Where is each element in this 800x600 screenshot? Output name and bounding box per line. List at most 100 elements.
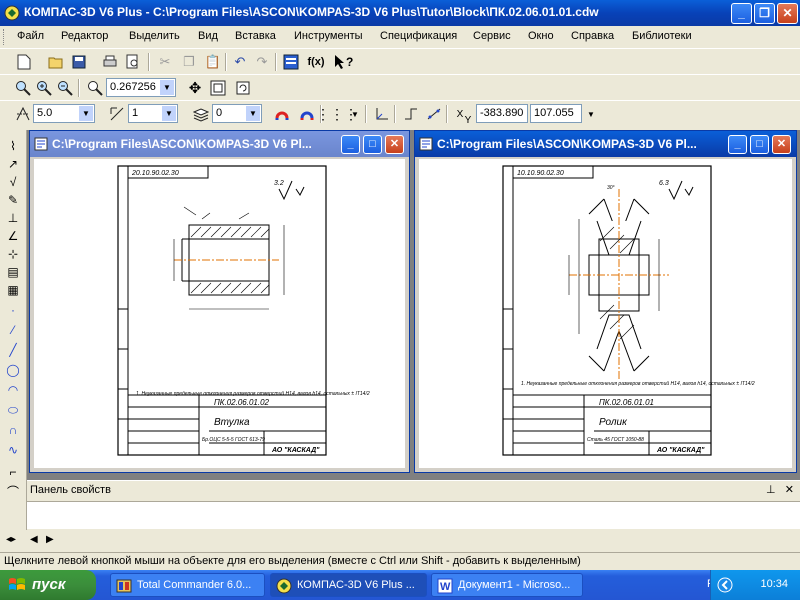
menu-window[interactable]: Окно — [528, 30, 554, 42]
menu-editor[interactable]: Редактор — [61, 30, 108, 42]
spline-icon[interactable]: ∿ — [4, 442, 22, 458]
chevron-down-icon[interactable]: ▼ — [346, 105, 364, 123]
undo-icon[interactable]: ↶ — [231, 53, 249, 71]
task-kompas[interactable]: КОМПАС-3D V6 Plus ... — [270, 573, 427, 597]
select-icon[interactable]: ⊹ — [4, 246, 22, 262]
document-title-bar[interactable]: C:\Program Files\ASCON\KOMPAS-3D V6 Pl..… — [30, 131, 409, 157]
symbols-icon[interactable]: √ — [4, 174, 22, 190]
pin-icon[interactable]: ⊥ — [766, 484, 776, 496]
pan-icon[interactable]: ✥ — [186, 79, 204, 97]
circle-icon[interactable]: ◯ — [4, 362, 22, 378]
paste-icon[interactable]: 📋 — [204, 53, 222, 71]
close-icon[interactable]: ✕ — [785, 484, 794, 496]
maximize-button[interactable]: □ — [750, 135, 769, 154]
line-icon[interactable] — [108, 105, 126, 123]
round-icon[interactable] — [425, 105, 443, 123]
prev-arrow-icon[interactable]: ◀ — [30, 534, 38, 545]
line-combo[interactable]: 1 ▼ — [128, 104, 178, 123]
task-total-commander[interactable]: Total Commander 6.0... — [110, 573, 265, 597]
chamfer-icon[interactable]: ⌐ — [4, 464, 22, 480]
refresh-icon[interactable] — [234, 79, 252, 97]
text-style-icon[interactable] — [14, 105, 32, 123]
tray-arrow-icon[interactable] — [717, 577, 733, 593]
style-combo[interactable]: 5.0 ▼ — [33, 104, 95, 123]
layer-combo[interactable]: 0 ▼ — [212, 104, 262, 123]
aux-line-icon[interactable]: ⁄ — [4, 322, 22, 338]
fillet-icon[interactable]: ⌒ — [4, 484, 22, 500]
drawing-canvas[interactable]: 10.10.90.02.30 6.3 30° 1. Неуказанные пр… — [419, 159, 792, 468]
close-button[interactable]: ✕ — [385, 135, 404, 154]
arc-icon[interactable]: ◠ — [4, 382, 22, 398]
local-cs-icon[interactable] — [373, 105, 391, 123]
menu-help[interactable]: Справка — [571, 30, 614, 42]
menu-view[interactable]: Вид — [198, 30, 218, 42]
copy-icon[interactable]: ❐ — [180, 53, 198, 71]
spec-icon[interactable]: ▤ — [4, 264, 22, 280]
ellipse-icon[interactable]: ⬭ — [4, 402, 22, 418]
menu-specification[interactable]: Спецификация — [380, 30, 457, 42]
zoom-combo[interactable]: 0.267256 ▼ — [106, 78, 176, 97]
zoom-out-icon[interactable] — [56, 79, 74, 97]
menu-file[interactable]: Файл — [17, 30, 44, 42]
cursor-y-field[interactable]: 107.055 — [530, 104, 582, 123]
task-word[interactable]: W Документ1 - Microso... — [431, 573, 583, 597]
snap-icon[interactable] — [273, 105, 291, 123]
start-button[interactable]: пуск — [0, 570, 96, 600]
menu-select[interactable]: Выделить — [129, 30, 180, 42]
menu-tools[interactable]: Инструменты — [294, 30, 363, 42]
properties-content[interactable] — [27, 501, 800, 529]
toolbar-grip[interactable] — [3, 29, 6, 45]
open-folder-icon[interactable] — [47, 53, 65, 71]
chevron-down-icon[interactable]: ▼ — [582, 105, 600, 123]
chevron-down-icon[interactable]: ▼ — [246, 106, 260, 121]
maximize-button[interactable]: ❐ — [754, 3, 775, 24]
minimize-button[interactable]: _ — [341, 135, 360, 154]
edit-icon[interactable]: ✎ — [4, 192, 22, 208]
segment-icon[interactable]: ╱ — [4, 342, 22, 358]
maximize-button[interactable]: □ — [363, 135, 382, 154]
zoom-scale-icon[interactable] — [86, 79, 104, 97]
parametrization-icon[interactable]: ⊥ — [4, 210, 22, 226]
document-window-roller[interactable]: C:\Program Files\ASCON\KOMPAS-3D V6 Pl..… — [414, 130, 797, 473]
point-icon[interactable]: · — [4, 302, 22, 318]
menu-service[interactable]: Сервис — [473, 30, 511, 42]
close-button[interactable]: ✕ — [777, 3, 798, 24]
mdi-workspace: C:\Program Files\ASCON\KOMPAS-3D V6 Pl..… — [27, 130, 800, 480]
dimensions-icon[interactable]: ↗ — [4, 156, 22, 172]
cursor-x-field[interactable]: -383.890 — [476, 104, 528, 123]
document-window-bushing[interactable]: C:\Program Files\ASCON\KOMPAS-3D V6 Pl..… — [29, 130, 410, 473]
manager-icon[interactable] — [282, 53, 300, 71]
zoom-in-icon[interactable] — [35, 79, 53, 97]
ortho-icon[interactable] — [402, 105, 420, 123]
document-title-bar[interactable]: C:\Program Files\ASCON\KOMPAS-3D V6 Pl..… — [415, 131, 796, 157]
save-icon[interactable] — [70, 53, 88, 71]
menu-insert[interactable]: Вставка — [235, 30, 276, 42]
variables-icon[interactable]: f(x) — [305, 53, 327, 71]
cut-icon[interactable]: ✂ — [156, 53, 174, 71]
local-snap-icon[interactable] — [298, 105, 316, 123]
print-icon[interactable] — [101, 53, 119, 71]
zoom-window-icon[interactable] — [14, 79, 32, 97]
chevron-down-icon[interactable]: ▼ — [162, 106, 176, 121]
grid-icon[interactable]: ⋮⋮⋮ — [316, 105, 358, 123]
polyline-icon[interactable]: ∩ — [4, 422, 22, 438]
print-preview-icon[interactable] — [124, 53, 142, 71]
chevron-down-icon[interactable]: ▼ — [160, 80, 174, 95]
minimize-button[interactable]: _ — [728, 135, 747, 154]
geometry-icon[interactable]: ⌇ — [4, 138, 22, 154]
new-document-icon[interactable] — [15, 53, 33, 71]
minimize-button[interactable]: _ — [731, 3, 752, 24]
menu-libraries[interactable]: Библиотеки — [632, 30, 692, 42]
close-button[interactable]: ✕ — [772, 135, 791, 154]
drawing-canvas[interactable]: 20.10.90.02.30 3.2 1. Неуказанные предел — [34, 159, 405, 468]
app-title-bar[interactable]: КОМПАС-3D V6 Plus - C:\Program Files\ASC… — [0, 0, 800, 26]
context-help-icon[interactable]: ? — [332, 53, 358, 71]
reports-icon[interactable]: ▦ — [4, 282, 22, 298]
next-arrow-icon[interactable]: ▶ — [46, 534, 54, 545]
expand-icon[interactable]: ◂▸ — [6, 534, 16, 545]
redo-icon[interactable]: ↷ — [253, 53, 271, 71]
chevron-down-icon[interactable]: ▼ — [79, 106, 93, 121]
show-all-icon[interactable] — [209, 79, 227, 97]
layers-icon[interactable] — [192, 105, 210, 123]
measure-icon[interactable]: ∠ — [4, 228, 22, 244]
